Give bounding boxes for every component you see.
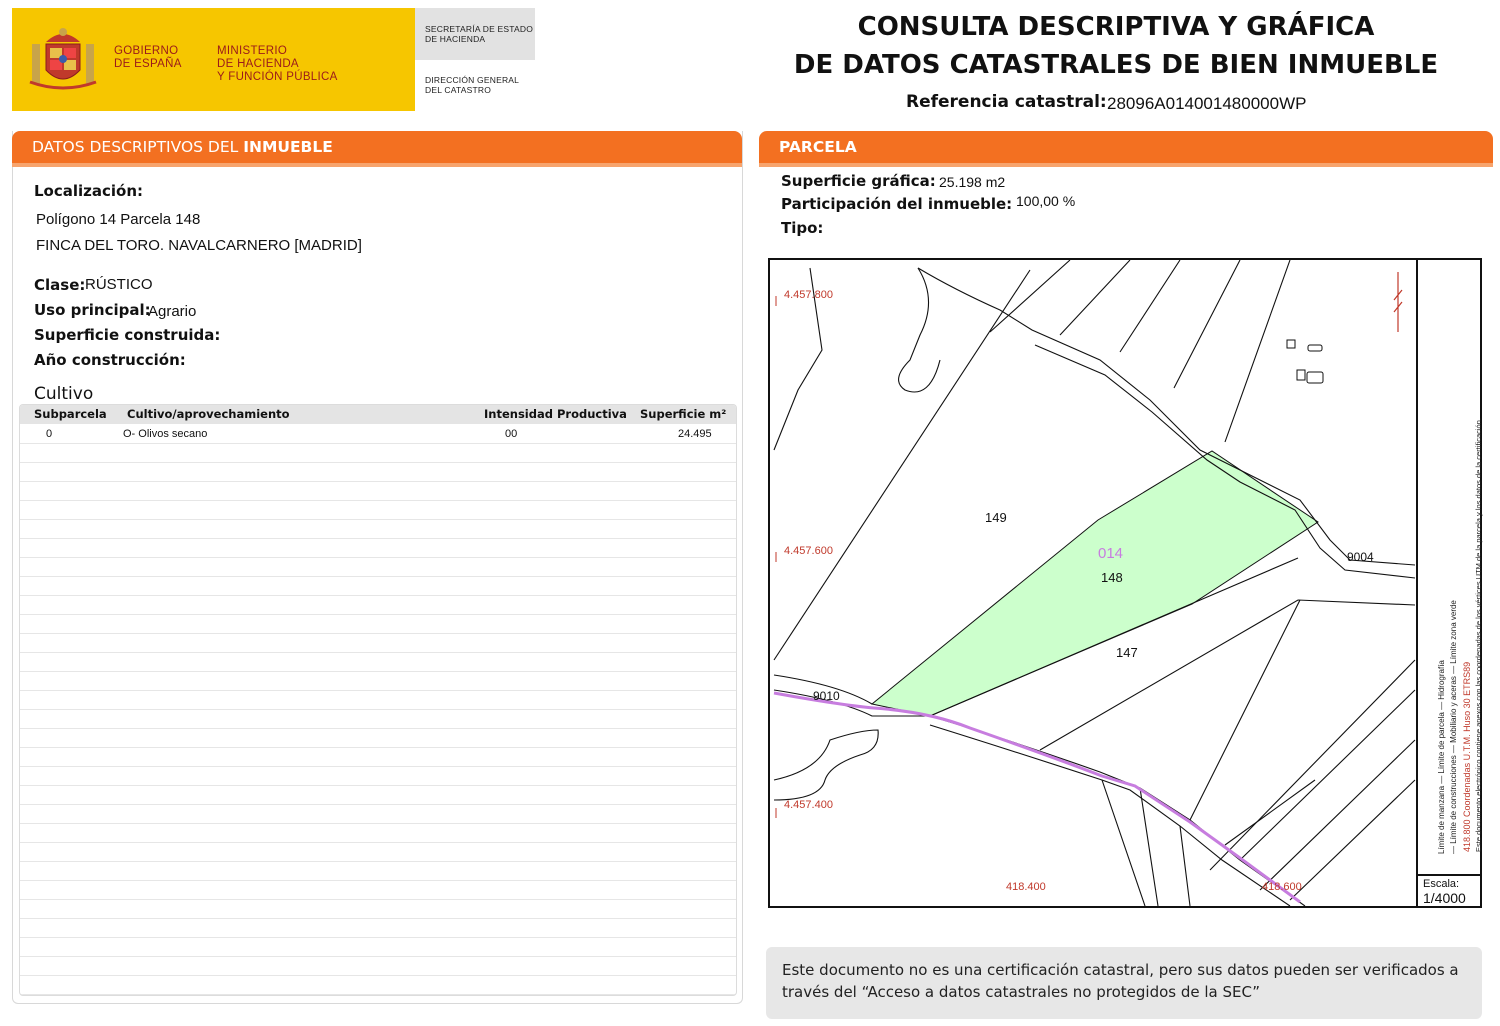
col-superficie: Superficie m² [640,407,727,421]
cell-intensidad: 00 [505,428,518,440]
scale-value: 1/4000 [1423,890,1466,906]
participacion-label: Participación del inmueble: [781,195,1013,213]
parcel-149-label: 149 [985,510,1007,525]
descriptivos-header: DATOS DESCRIPTIVOS DEL INMUEBLE [12,131,742,167]
coord-y2: 4.457.600 [784,545,833,557]
ministerio-text: MINISTERIO DE HACIENDA Y FUNCIÓN PÚBLICA [217,45,338,83]
road-9010-label: 9010 [813,689,840,703]
table-row-line [20,500,736,501]
clase-label: Clase: [34,276,86,294]
cultivo-title: Cultivo [34,384,94,404]
road-9004-label: 9004 [1347,550,1374,564]
ref-label: Referencia catastral: [906,92,1107,112]
coat-of-arms-logo [29,28,97,90]
parcel-147-label: 147 [1116,645,1138,660]
superficie-grafica-value: 25.198 m2 [939,174,1006,190]
table-row-line [20,576,736,577]
table-header: Subparcela Cultivo/aprovechamiento Inten… [20,405,736,424]
gobierno-text: GOBIERNO DE ESPAÑA [114,45,182,70]
cell-subparcela: 0 [46,428,53,440]
table-row-line [20,861,736,862]
table-row-line [20,614,736,615]
parcel-poligono-label: 014 [1098,545,1124,562]
coord-x1: 418.400 [1006,881,1046,893]
page-title: CONSULTA DESCRIPTIVA Y GRÁFICA DE DATOS … [760,8,1472,84]
table-row-line [20,462,736,463]
superficie-construida-label: Superficie construida: [34,326,221,344]
superficie-grafica-label: Superficie gráfica: [781,172,936,190]
anio-construccion-label: Año construcción: [34,351,186,369]
parcela-title: PARCELA [779,138,857,156]
descriptivos-title-a: DATOS DESCRIPTIVOS DEL [32,138,244,156]
table-row-line [20,823,736,824]
scale-box: Escala: 1/4000 [1416,874,1480,908]
table-row-line [20,956,736,957]
cell-cultivo: O- Olivos secano [123,428,208,440]
table-row-line [20,994,736,995]
cell-superficie: 24.495 [678,428,712,440]
coord-y1: 4.457.800 [784,289,833,301]
parcela-header: PARCELA [759,131,1493,167]
table-row-line [20,899,736,900]
ref-value: 28096A014001480000WP [1107,94,1307,113]
title-line-2: DE DATOS CATASTRALES DE BIEN INMUEBLE [793,50,1439,80]
table-row-line [20,918,736,919]
table-row-line [20,652,736,653]
table-row-line [20,519,736,520]
descriptivos-title-b: INMUEBLE [243,138,333,156]
table-row-line [20,880,736,881]
col-cultivo: Cultivo/aprovechamiento [127,407,290,421]
direccion-text: DIRECCIÓN GENERAL DEL CATASTRO [425,75,520,95]
table-row-line [20,595,736,596]
secretaria-text: SECRETARÍA DE ESTADO DE HACIENDA [425,24,534,44]
parcel-148-label: 148 [1101,570,1123,585]
tipo-label: Tipo: [781,219,824,237]
legend-utm: 418.800 Coordenadas U.T.M. Huso 30 ETRS8… [1462,661,1472,852]
localizacion-line1: Polígono 14 Parcela 148 [36,211,201,228]
table-row-line [20,538,736,539]
parcel-148-shape [870,450,1319,717]
table-row-line [20,747,736,748]
uso-value: Agrario [148,303,197,320]
table-row-line [20,709,736,710]
table-row-line [20,443,736,444]
col-intensidad: Intensidad Productiva [484,407,627,421]
north-arrow-icon [1393,272,1403,332]
table-row-line [20,728,736,729]
coord-x2: 418.600 [1262,881,1302,893]
table-row-line [20,975,736,976]
table-row-line [20,842,736,843]
scale-label: Escala: [1423,878,1460,890]
table-row-line [20,633,736,634]
termino-boundary [773,691,1301,904]
table-row-line [20,804,736,805]
clase-value: RÚSTICO [85,276,153,293]
title-line-1: CONSULTA DESCRIPTIVA Y GRÁFICA [857,12,1375,42]
disclaimer-note: Este documento no es una certificación c… [766,947,1482,1019]
table-row-line [20,557,736,558]
legend-text-b: — Límite de construcciones — Mobiliario … [1449,600,1458,854]
coord-y3: 4.457.400 [784,799,833,811]
table-row-line [20,690,736,691]
table-row-line [20,937,736,938]
legend-text-a: Límite de manzana — Límite de parcela — … [1437,660,1446,854]
table-row-line [20,785,736,786]
cultivo-table: Subparcela Cultivo/aprovechamiento Inten… [19,404,737,996]
table-row-line [20,481,736,482]
localizacion-label: Localización: [34,182,144,200]
table-row-line [20,671,736,672]
uso-label: Uso principal: [34,301,151,319]
map-drawing [773,260,1416,906]
table-row-line [20,766,736,767]
participacion-value: 100,00 % [1016,193,1076,209]
col-subparcela: Subparcela [34,407,107,421]
table-row: 0 O- Olivos secano 00 24.495 [20,424,736,443]
legend-doc: Este documento electrónico contiene anex… [1474,418,1483,852]
localizacion-line2: FINCA DEL TORO. NAVALCARNERO [MADRID] [36,237,362,254]
